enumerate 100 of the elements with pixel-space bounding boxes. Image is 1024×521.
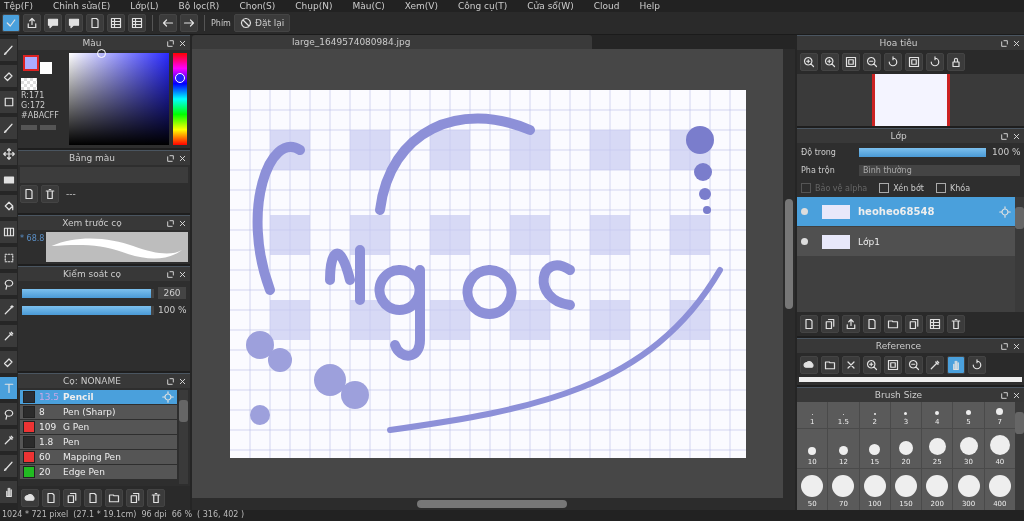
hue-handle[interactable] <box>175 72 185 83</box>
popout-icon[interactable] <box>1000 38 1009 48</box>
brush-item[interactable]: 8 Pen (Sharp) <box>20 405 177 419</box>
color-square[interactable] <box>69 53 169 145</box>
toolbar-button[interactable] <box>84 489 102 507</box>
close-icon[interactable] <box>1012 341 1021 351</box>
menu-item[interactable]: Cloud <box>593 1 620 11</box>
popout-icon[interactable] <box>166 269 175 279</box>
toolbar-button[interactable] <box>884 356 902 374</box>
menu-item[interactable]: Chỉnh sửa(E) <box>52 1 111 11</box>
toolbar-button[interactable] <box>842 315 860 333</box>
menu-item[interactable]: Xem(V) <box>404 1 439 11</box>
toolbar-button[interactable] <box>800 53 818 71</box>
menu-item[interactable]: Công cụ(T) <box>458 1 508 11</box>
toolbar-button[interactable] <box>107 14 125 32</box>
popout-icon[interactable] <box>1000 341 1009 351</box>
toolbar-button[interactable] <box>65 14 83 32</box>
toolbar-button[interactable] <box>86 14 104 32</box>
toolbar-button[interactable] <box>126 489 144 507</box>
toolbar-button[interactable] <box>884 315 902 333</box>
menu-item[interactable]: Màu(C) <box>352 1 385 11</box>
tool-button[interactable] <box>0 169 17 191</box>
toolbar-button[interactable] <box>905 315 923 333</box>
redo-button[interactable] <box>180 14 198 32</box>
menu-item[interactable]: Chọn(S) <box>239 1 276 11</box>
scrollbar[interactable] <box>1015 402 1024 510</box>
document-tab[interactable]: large_1649574080984.jpg <box>192 35 592 49</box>
popout-icon[interactable] <box>166 376 175 386</box>
toolbar-button[interactable] <box>926 315 944 333</box>
toolbar-button[interactable] <box>800 356 818 374</box>
tool-button[interactable] <box>0 91 17 113</box>
close-icon[interactable] <box>178 38 187 48</box>
blend-mode-dropdown[interactable]: Bình thường <box>859 164 1020 176</box>
toolbar-button[interactable] <box>128 14 146 32</box>
brush-item[interactable]: 1.8 Pen <box>20 435 177 449</box>
new-palette-button[interactable] <box>20 185 38 203</box>
tool-button[interactable] <box>0 195 17 217</box>
close-icon[interactable] <box>1012 38 1021 48</box>
tool-button[interactable] <box>0 351 17 373</box>
tool-button[interactable] <box>0 325 17 347</box>
toolbar-button[interactable] <box>147 489 165 507</box>
toolbar-button[interactable] <box>842 53 860 71</box>
scrollbar[interactable] <box>1015 197 1024 312</box>
scrollbar[interactable] <box>179 390 188 484</box>
tool-button[interactable] <box>0 65 17 87</box>
toolbar-button[interactable] <box>968 356 986 374</box>
menu-item[interactable]: Chụp(N) <box>295 1 333 11</box>
close-icon[interactable] <box>1012 131 1021 141</box>
popout-icon[interactable] <box>1000 131 1009 141</box>
close-icon[interactable] <box>178 218 187 228</box>
visibility-dot[interactable] <box>801 208 808 215</box>
tool-button[interactable] <box>0 429 17 451</box>
close-icon[interactable] <box>178 153 187 163</box>
foreground-color-swatch[interactable] <box>23 55 39 71</box>
toolbar-button[interactable] <box>63 489 81 507</box>
tool-button[interactable] <box>0 39 17 61</box>
toolbar-button[interactable] <box>863 53 881 71</box>
toolbar-button[interactable] <box>863 315 881 333</box>
toolbar-button[interactable] <box>947 53 965 71</box>
tool-button[interactable] <box>0 481 17 503</box>
toolbar-button[interactable] <box>821 53 839 71</box>
toolbar-button[interactable] <box>905 53 923 71</box>
toolbar-button[interactable] <box>947 356 965 374</box>
close-icon[interactable] <box>1012 390 1021 400</box>
transparent-swatch[interactable] <box>21 78 37 90</box>
menu-item[interactable]: Help <box>639 1 661 11</box>
toolbar-button[interactable] <box>905 356 923 374</box>
toolbar-button[interactable] <box>884 53 902 71</box>
hue-slider[interactable] <box>173 53 187 145</box>
layer-option-checkbox[interactable]: Xén bớt <box>879 183 924 193</box>
toolbar-button[interactable] <box>821 356 839 374</box>
toolbar-button[interactable] <box>23 14 41 32</box>
close-icon[interactable] <box>178 376 187 386</box>
vertical-scrollbar[interactable] <box>783 49 795 498</box>
layer-option-checkbox[interactable]: Khóa <box>935 183 971 193</box>
undo-button[interactable] <box>159 14 177 32</box>
toolbar-button[interactable] <box>842 356 860 374</box>
popout-icon[interactable] <box>166 38 175 48</box>
toolbar-button[interactable] <box>2 14 20 32</box>
reset-button[interactable]: Đặt lại <box>233 14 291 32</box>
tool-button[interactable] <box>0 299 17 321</box>
background-color-swatch[interactable] <box>40 62 52 74</box>
horizontal-scrollbar[interactable] <box>192 498 795 510</box>
tool-button[interactable] <box>0 403 17 425</box>
layer-item[interactable]: Lớp1 <box>797 227 1015 256</box>
menu-item[interactable]: Tệp(F) <box>4 1 33 11</box>
toolbar-button[interactable] <box>42 489 60 507</box>
popout-icon[interactable] <box>166 153 175 163</box>
toolbar-button[interactable] <box>44 14 62 32</box>
menu-item[interactable]: Cửa sổ(W) <box>527 1 574 11</box>
close-icon[interactable] <box>178 269 187 279</box>
delete-palette-button[interactable] <box>41 185 59 203</box>
tool-button[interactable] <box>0 273 17 295</box>
toolbar-button[interactable] <box>926 356 944 374</box>
toolbar-button[interactable] <box>926 53 944 71</box>
tool-button[interactable] <box>0 455 17 477</box>
toolbar-button[interactable] <box>863 356 881 374</box>
menu-item[interactable]: Bộ lọc(R) <box>178 1 220 11</box>
toolbar-button[interactable] <box>800 315 818 333</box>
brush-item[interactable]: 60 Mapping Pen <box>20 450 177 464</box>
